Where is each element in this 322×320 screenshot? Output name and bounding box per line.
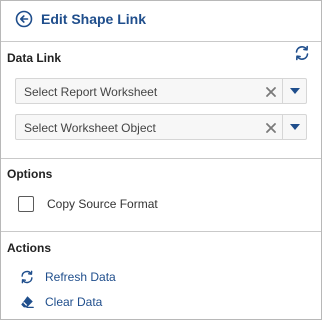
data-link-section-title: Data Link [7, 51, 62, 65]
refresh-data-action[interactable]: Refresh Data [19, 269, 116, 285]
chevron-down-icon [290, 124, 300, 130]
refresh-icon[interactable] [293, 44, 311, 62]
clear-data-action[interactable]: Clear Data [19, 294, 102, 310]
chevron-down-icon [290, 88, 300, 94]
copy-source-format-checkbox[interactable] [18, 196, 34, 212]
panel-header: Edit Shape Link [15, 8, 146, 30]
divider [1, 231, 321, 232]
divider [1, 41, 321, 42]
worksheet-object-select[interactable]: Select Worksheet Object [15, 114, 307, 140]
report-worksheet-select[interactable]: Select Report Worksheet [15, 78, 307, 104]
copy-source-format-label[interactable]: Copy Source Format [47, 197, 158, 211]
select-placeholder: Select Report Worksheet [24, 85, 158, 99]
dropdown-toggle[interactable] [282, 115, 306, 139]
refresh-data-label[interactable]: Refresh Data [45, 270, 116, 284]
page-title: Edit Shape Link [41, 11, 147, 27]
back-arrow-circle-icon[interactable] [15, 10, 33, 28]
eraser-icon [21, 296, 34, 308]
clear-data-label[interactable]: Clear Data [45, 295, 102, 309]
actions-section-title: Actions [7, 241, 52, 255]
edit-shape-link-panel: Edit Shape Link Data Link Select Report … [0, 0, 322, 320]
options-section-title: Options [7, 167, 53, 181]
refresh-icon [21, 270, 33, 284]
clear-icon[interactable] [264, 85, 278, 99]
clear-icon[interactable] [264, 121, 278, 135]
divider [1, 158, 321, 159]
dropdown-toggle[interactable] [282, 79, 306, 103]
select-placeholder: Select Worksheet Object [24, 121, 156, 135]
